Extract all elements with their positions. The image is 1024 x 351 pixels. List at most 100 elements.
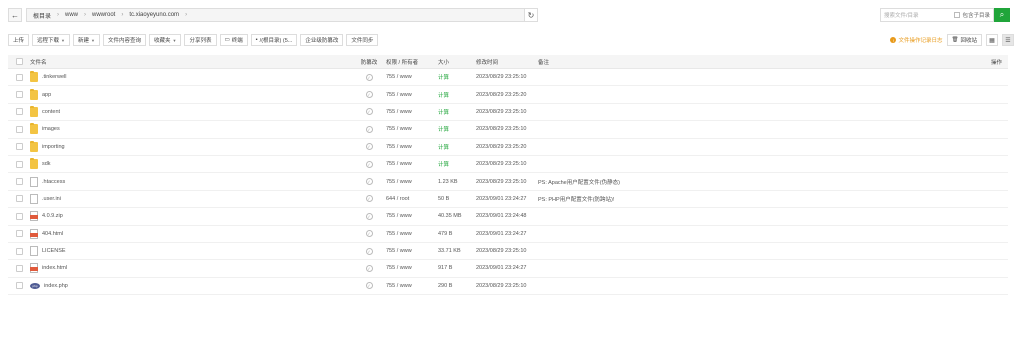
favorites-button[interactable]: 收藏夹 ▼ [149, 34, 182, 46]
recycle-bin-button[interactable]: 🗑 回收站 [946, 34, 982, 46]
file-perm[interactable]: 755 / www [386, 283, 438, 289]
file-name[interactable]: images [42, 126, 60, 132]
file-perm[interactable]: 755 / www [386, 231, 438, 237]
file-name[interactable]: 4.0.9.zip [42, 213, 63, 219]
protect-icon[interactable]: ✓ [365, 230, 373, 238]
protect-icon[interactable]: ✓ [365, 178, 373, 186]
file-perm[interactable]: 755 / www [386, 92, 438, 98]
share-list-button[interactable]: 分享列表 [184, 34, 217, 46]
include-subdir-toggle[interactable]: 包含子目录 [954, 11, 990, 19]
file-name[interactable]: app [42, 92, 51, 98]
breadcrumb-wwwroot[interactable]: wwwroot [90, 12, 117, 18]
protect-icon[interactable]: ✓ [365, 125, 373, 133]
new-button[interactable]: 新建 ▼ [73, 34, 100, 46]
file-size[interactable]: 计算 [438, 73, 476, 81]
file-size[interactable]: 计算 [438, 160, 476, 168]
file-name[interactable]: index.php [44, 283, 68, 289]
remote-download-button[interactable]: 远程下载 ▼ [32, 34, 70, 46]
protect-icon[interactable]: ✓ [365, 73, 373, 81]
operation-log-link[interactable]: ! 文件操作记录日志 [890, 36, 943, 44]
row-checkbox[interactable] [15, 212, 23, 220]
file-note[interactable]: PS: PHP用户配置文件(防跨站)! [538, 195, 978, 203]
file-size[interactable]: 计算 [438, 125, 476, 133]
file-note[interactable]: PS: Apache用户配置文件(伪静态) [538, 178, 978, 186]
file-name[interactable]: .user.ini [42, 196, 61, 202]
protect-icon[interactable]: ✓ [365, 91, 373, 99]
protect-icon[interactable]: ✓ [365, 247, 373, 255]
file-size[interactable]: 计算 [438, 108, 476, 116]
file-perm[interactable]: 755 / www [386, 161, 438, 167]
header-mtime[interactable]: 修改时间 [476, 58, 538, 66]
terminal-button[interactable]: ▭ 终端 [219, 34, 248, 46]
row-checkbox[interactable] [15, 195, 23, 203]
content-search-button[interactable]: 文件内容查询 [102, 34, 146, 46]
refresh-button[interactable]: ↻ [524, 8, 538, 22]
disk-button[interactable]: ▪/(根目录) (5... [250, 34, 298, 46]
row-checkbox[interactable] [15, 125, 23, 133]
table-row[interactable]: 4.0.9.zip ✓ 755 / www 40.35 MB 2023/09/0… [8, 208, 1008, 226]
protect-icon[interactable]: ✓ [365, 108, 373, 116]
file-name[interactable]: .tinkerwell [42, 74, 66, 80]
back-button[interactable]: ← [8, 8, 22, 22]
file-size[interactable]: 计算 [438, 143, 476, 151]
protect-icon[interactable]: ✓ [365, 143, 373, 151]
table-row[interactable]: .tinkerwell ✓ 755 / www 计算 2023/08/29 23… [8, 69, 1008, 87]
file-sync-button[interactable]: 文件同步 [346, 34, 379, 46]
row-checkbox[interactable] [15, 264, 23, 272]
table-row[interactable]: content ✓ 755 / www 计算 2023/08/29 23:25:… [8, 104, 1008, 122]
protect-icon[interactable]: ✓ [365, 195, 373, 203]
table-row[interactable]: app ✓ 755 / www 计算 2023/08/29 23:25:20 [8, 86, 1008, 104]
table-row[interactable]: .user.ini ✓ 644 / root 50 B 2023/09/01 2… [8, 191, 1008, 209]
protect-icon[interactable]: ✓ [365, 264, 373, 272]
protect-icon[interactable]: ✓ [365, 282, 373, 290]
file-name[interactable]: content [42, 109, 60, 115]
file-name[interactable]: LICENSE [42, 248, 66, 254]
file-perm[interactable]: 755 / www [386, 74, 438, 80]
row-checkbox[interactable] [15, 143, 23, 151]
table-row[interactable]: importing ✓ 755 / www 计算 2023/08/29 23:2… [8, 139, 1008, 156]
file-perm[interactable]: 644 / root [386, 196, 438, 202]
file-name[interactable]: index.html [42, 265, 67, 271]
row-checkbox[interactable] [15, 160, 23, 168]
file-name[interactable]: 404.html [42, 231, 63, 237]
protect-icon[interactable]: ✓ [365, 160, 373, 168]
search-button[interactable]: ⌕ [994, 8, 1010, 22]
header-name[interactable]: 文件名 [30, 58, 352, 66]
select-all-checkbox[interactable] [15, 58, 23, 65]
row-checkbox[interactable] [15, 282, 23, 290]
enterprise-backup-button[interactable]: 企业级防篡改 [300, 34, 344, 46]
breadcrumb[interactable]: 根目录 › www › wwwroot › tc.xiaoyeyuno.com … [26, 8, 538, 22]
row-checkbox[interactable] [15, 73, 23, 81]
protect-icon[interactable]: ✓ [365, 212, 373, 220]
file-perm[interactable]: 755 / www [386, 179, 438, 185]
table-row[interactable]: LICENSE ✓ 755 / www 33.71 KB 2023/08/29 … [8, 243, 1008, 261]
table-row[interactable]: 404.html ✓ 755 / www 479 B 2023/09/01 23… [8, 226, 1008, 243]
row-checkbox[interactable] [15, 178, 23, 186]
upload-button[interactable]: 上传 [8, 34, 30, 46]
row-checkbox[interactable] [15, 230, 23, 238]
header-size[interactable]: 大小 [438, 58, 476, 66]
breadcrumb-root[interactable]: 根目录 [31, 11, 53, 20]
subdir-checkbox[interactable] [954, 12, 961, 18]
file-name[interactable]: .htaccess [42, 179, 65, 185]
file-perm[interactable]: 755 / www [386, 213, 438, 219]
table-row[interactable]: php index.php ✓ 755 / www 290 B 2023/08/2… [8, 278, 1008, 296]
file-name[interactable]: importing [42, 144, 65, 150]
file-perm[interactable]: 755 / www [386, 265, 438, 271]
row-checkbox[interactable] [15, 108, 23, 116]
file-perm[interactable]: 755 / www [386, 248, 438, 254]
breadcrumb-www[interactable]: www [63, 12, 80, 18]
search-input[interactable]: 搜索文件/目录 包含子目录 [880, 8, 994, 22]
file-perm[interactable]: 755 / www [386, 144, 438, 150]
table-row[interactable]: .htaccess ✓ 755 / www 1.23 KB 2023/08/29… [8, 173, 1008, 191]
breadcrumb-site[interactable]: tc.xiaoyeyuno.com [127, 12, 181, 18]
list-view-button[interactable]: ☰ [1002, 34, 1014, 46]
file-size[interactable]: 计算 [438, 91, 476, 99]
row-checkbox[interactable] [15, 247, 23, 255]
grid-view-button[interactable]: ▦ [986, 34, 998, 46]
row-checkbox[interactable] [15, 91, 23, 99]
table-row[interactable]: index.html ✓ 755 / www 917 B 2023/09/01 … [8, 260, 1008, 278]
table-row[interactable]: sdk ✓ 755 / www 计算 2023/08/29 23:25:10 [8, 156, 1008, 174]
file-perm[interactable]: 755 / www [386, 109, 438, 115]
table-row[interactable]: images ✓ 755 / www 计算 2023/08/29 23:25:1… [8, 121, 1008, 139]
